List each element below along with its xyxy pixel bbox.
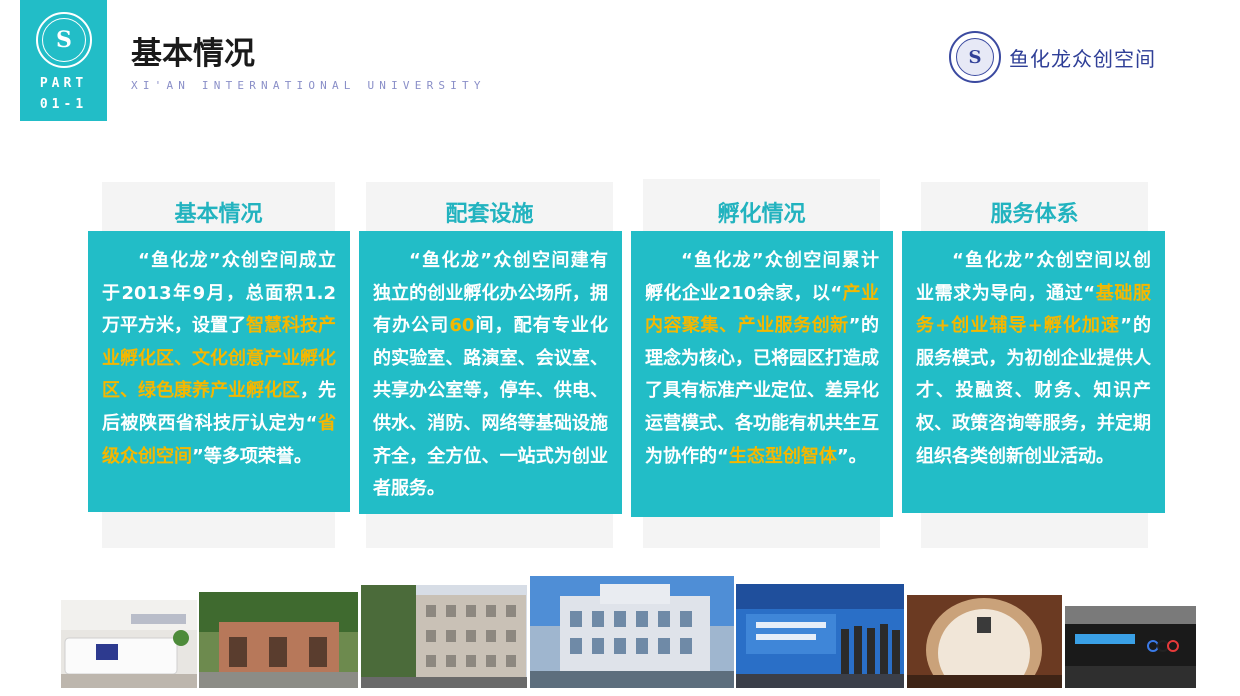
card-body: “鱼化龙”众创空间成立于2013年9月，总面积1.2万平方米，设置了智慧科技产业… xyxy=(88,231,350,512)
university-emblem-icon: S xyxy=(36,12,92,68)
brand-name: 鱼化龙众创空间 xyxy=(1009,46,1156,71)
part-number: 01-1 xyxy=(39,97,88,112)
card-heading: 服务体系 xyxy=(990,202,1079,227)
card-body: “鱼化龙”众创空间以创业需求为导向，通过“基础服务+创业辅导+孵化加速”的服务模… xyxy=(902,231,1165,513)
campus-street-photo xyxy=(199,592,358,688)
card-text: “鱼化龙”众创空间累计孵化企业210余家，以“产业内容聚集、产业服务创新”的理念… xyxy=(645,245,879,473)
university-emblem-icon: S xyxy=(949,31,1001,83)
card-text: “鱼化龙”众创空间建有独立的创业孵化办公场所，拥有办公司60间，配有专业化的实验… xyxy=(373,245,608,506)
card-body: “鱼化龙”众创空间累计孵化企业210余家，以“产业内容聚集、产业服务创新”的理念… xyxy=(631,231,893,517)
body-text: ”等多项荣誉。 xyxy=(192,445,312,467)
highlight-text: 生态型创智体 xyxy=(728,445,837,467)
exhibition-visit-photo xyxy=(736,584,904,688)
card-text: “鱼化龙”众创空间以创业需求为导向，通过“基础服务+创业辅导+孵化加速”的服务模… xyxy=(916,245,1151,473)
body-text: ”的服务模式，为初创企业提供人才、投融资、财务、知识产权、政策咨询等服务，并定期… xyxy=(916,315,1151,467)
part-label: PART xyxy=(39,76,88,91)
lobby-interior-photo xyxy=(907,595,1062,688)
body-text: ”的理念为核心，已将园区打造成了具有标准产业定位、差异化运营模式、各功能有机共生… xyxy=(645,315,879,467)
card-body: “鱼化龙”众创空间建有独立的创业孵化办公场所，拥有办公司60间，配有专业化的实验… xyxy=(359,231,622,514)
card-heading: 孵化情况 xyxy=(717,202,806,227)
page-title: 基本情况 xyxy=(131,36,255,72)
card-heading: 配套设施 xyxy=(445,202,534,227)
office-building-photo xyxy=(361,585,527,688)
roadshow-hall-photo xyxy=(1065,606,1196,688)
brand: S 鱼化龙众创空间 xyxy=(949,31,1156,83)
main-building-photo xyxy=(530,576,734,688)
body-text: ”。 xyxy=(836,445,867,467)
card-heading: 基本情况 xyxy=(174,202,263,227)
page-subtitle: XI'AN INTERNATIONAL UNIVERSITY xyxy=(131,79,486,92)
body-text: 间，配有专业化的实验室、路演室、会议室、共享办公室等，停车、供电、供水、消防、网… xyxy=(373,315,609,500)
reception-desk-photo xyxy=(61,600,197,688)
part-badge: S PART 01-1 xyxy=(20,0,107,121)
card-text: “鱼化龙”众创空间成立于2013年9月，总面积1.2万平方米，设置了智慧科技产业… xyxy=(102,245,336,473)
highlight-text: 60 xyxy=(449,315,475,337)
